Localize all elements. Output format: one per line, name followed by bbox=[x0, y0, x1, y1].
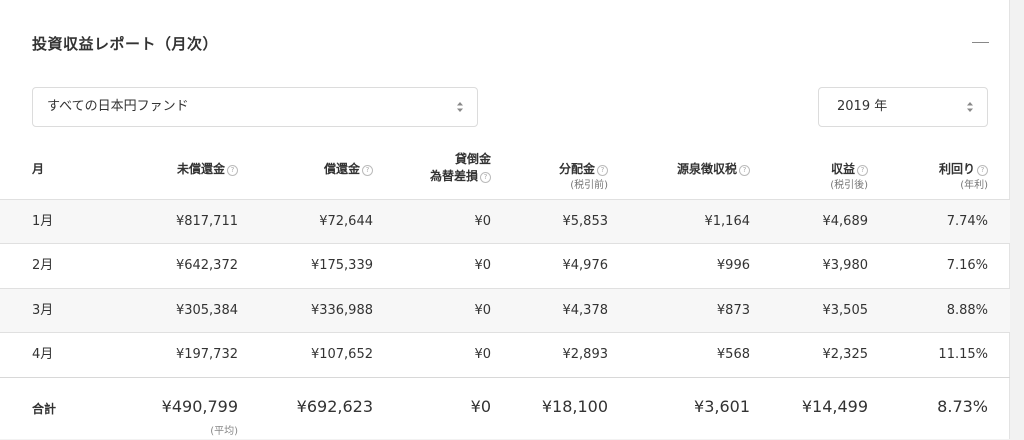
cell-dividend: ¥4,378 bbox=[562, 303, 609, 318]
total-tax: ¥3,601 bbox=[694, 397, 750, 416]
header-unredeemed: 未償還金? bbox=[177, 161, 238, 178]
cell-tax: ¥568 bbox=[716, 347, 750, 362]
cell-month: 4月 bbox=[32, 347, 54, 362]
cell-redeemed: ¥107,652 bbox=[310, 347, 373, 362]
year-select-value: 2019 年 bbox=[837, 99, 888, 114]
cell-loss: ¥0 bbox=[474, 214, 491, 229]
header-yield-sub: (年利) bbox=[960, 180, 988, 191]
header-month: 月 bbox=[32, 162, 45, 176]
report-title: 投資収益レポート（月次） bbox=[32, 35, 219, 53]
cell-unredeemed: ¥197,732 bbox=[175, 347, 238, 362]
total-label: 合計 bbox=[32, 402, 57, 416]
help-icon[interactable]: ? bbox=[362, 165, 373, 176]
fund-select[interactable]: すべての日本円ファンド bbox=[32, 87, 478, 127]
cell-month: 1月 bbox=[32, 214, 54, 229]
cell-loss: ¥0 bbox=[474, 303, 491, 318]
investment-report-card: 投資収益レポート（月次） すべての日本円ファンド 2019 年 月 未償還金? … bbox=[0, 0, 1010, 439]
cell-month: 2月 bbox=[32, 258, 54, 273]
cell-yield: 11.15% bbox=[938, 347, 988, 362]
total-redeemed: ¥692,623 bbox=[296, 397, 373, 416]
total-loss: ¥0 bbox=[470, 397, 491, 416]
table-row: 3月 ¥305,384 ¥336,988 ¥0 ¥4,378 ¥873 ¥3,5… bbox=[0, 288, 1010, 333]
header-loss: 貸倒金 為替差損? bbox=[429, 152, 491, 183]
cell-redeemed: ¥336,988 bbox=[310, 303, 373, 318]
fund-select-value: すべての日本円ファンド bbox=[47, 99, 189, 114]
total-unredeemed-note: (平均) bbox=[210, 426, 238, 437]
help-icon[interactable]: ? bbox=[597, 165, 608, 176]
cell-yield: 7.16% bbox=[946, 258, 988, 273]
cell-yield: 7.74% bbox=[946, 214, 988, 229]
help-icon[interactable]: ? bbox=[977, 165, 988, 176]
cell-profit: ¥3,980 bbox=[822, 258, 869, 273]
header-tax: 源泉徴収税? bbox=[677, 161, 750, 178]
header-profit: 収益? (税引後) bbox=[830, 161, 868, 194]
cell-profit: ¥3,505 bbox=[822, 303, 869, 318]
chevron-updown-icon bbox=[457, 101, 463, 113]
header-profit-sub: (税引後) bbox=[830, 180, 868, 191]
year-select[interactable]: 2019 年 bbox=[818, 87, 988, 127]
header-dividend-sub: (税引前) bbox=[570, 180, 608, 191]
cell-loss: ¥0 bbox=[474, 258, 491, 273]
cell-profit: ¥2,325 bbox=[822, 347, 869, 362]
cell-unredeemed: ¥817,711 bbox=[175, 214, 238, 229]
table-row: 1月 ¥817,711 ¥72,644 ¥0 ¥5,853 ¥1,164 ¥4,… bbox=[0, 199, 1010, 244]
cell-redeemed: ¥72,644 bbox=[319, 214, 373, 229]
collapse-icon[interactable] bbox=[972, 42, 989, 43]
help-icon[interactable]: ? bbox=[739, 165, 750, 176]
chevron-updown-icon bbox=[967, 101, 973, 113]
table-row: 4月 ¥197,732 ¥107,652 ¥0 ¥2,893 ¥568 ¥2,3… bbox=[0, 332, 1010, 377]
cell-unredeemed: ¥305,384 bbox=[175, 303, 238, 318]
header-redeemed: 償還金? bbox=[324, 161, 373, 178]
header-dividend: 分配金? (税引前) bbox=[559, 161, 608, 194]
table-header: 月 未償還金? 償還金? 貸倒金 為替差損? 分配金? (税引前) 源泉徴収税? … bbox=[0, 147, 1010, 199]
cell-redeemed: ¥175,339 bbox=[310, 258, 373, 273]
header-yield: 利回り? (年利) bbox=[939, 161, 988, 194]
table-row: 2月 ¥642,372 ¥175,339 ¥0 ¥4,976 ¥996 ¥3,9… bbox=[0, 243, 1010, 288]
help-icon[interactable]: ? bbox=[480, 172, 491, 183]
cell-dividend: ¥4,976 bbox=[562, 258, 609, 273]
cell-tax: ¥873 bbox=[716, 303, 750, 318]
help-icon[interactable]: ? bbox=[857, 165, 868, 176]
cell-yield: 8.88% bbox=[946, 303, 988, 318]
help-icon[interactable]: ? bbox=[227, 165, 238, 176]
cell-unredeemed: ¥642,372 bbox=[175, 258, 238, 273]
cell-profit: ¥4,689 bbox=[822, 214, 869, 229]
cell-tax: ¥1,164 bbox=[704, 214, 751, 229]
total-profit: ¥14,499 bbox=[801, 397, 868, 416]
cell-tax: ¥996 bbox=[716, 258, 750, 273]
cell-month: 3月 bbox=[32, 303, 54, 318]
total-unredeemed: ¥490,799 bbox=[161, 397, 238, 416]
table-total-row: 合計 ¥490,799 (平均) ¥692,623 ¥0 ¥18,100 ¥3,… bbox=[0, 377, 1010, 440]
cell-loss: ¥0 bbox=[474, 347, 491, 362]
total-yield: 8.73% bbox=[937, 397, 988, 416]
cell-dividend: ¥5,853 bbox=[562, 214, 609, 229]
total-dividend: ¥18,100 bbox=[541, 397, 608, 416]
cell-dividend: ¥2,893 bbox=[562, 347, 609, 362]
